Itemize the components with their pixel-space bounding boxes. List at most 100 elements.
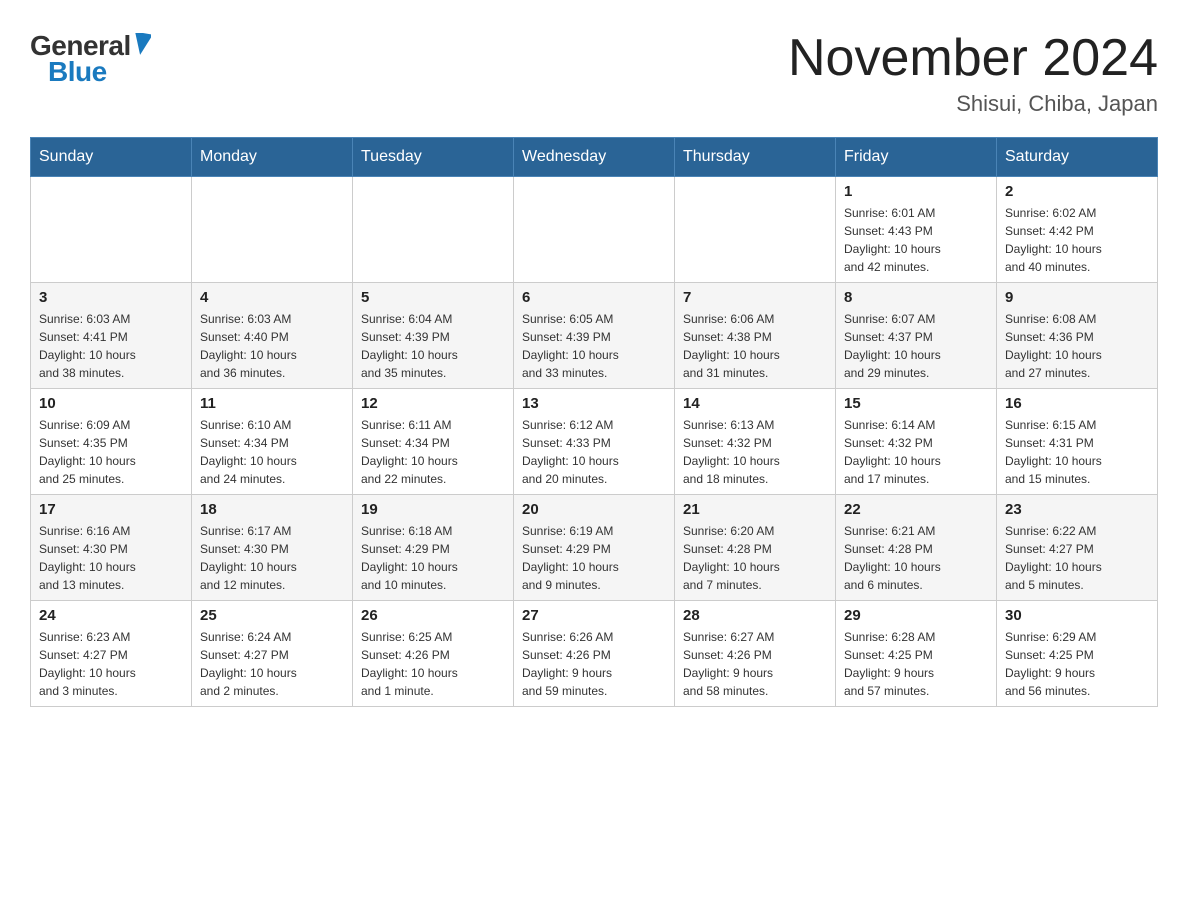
calendar-cell: 28 Sunrise: 6:27 AM Sunset: 4:26 PM Dayli… [675,601,836,707]
calendar-cell: 19Sunrise: 6:18 AM Sunset: 4:29 PM Dayli… [353,495,514,601]
day-info: Sunrise: 6:20 AM Sunset: 4:28 PM Dayligh… [683,522,827,594]
calendar-cell: 24 Sunrise: 6:23 AM Sunset: 4:27 PM Dayli… [31,601,192,707]
day-info: Sunrise: 6:22 AM Sunset: 4:27 PM Dayligh… [1005,522,1149,594]
day-info: Sunrise: 6:19 AM Sunset: 4:29 PM Dayligh… [522,522,666,594]
day-number: 16 [1005,395,1149,412]
day-number: 2 [1005,183,1149,200]
calendar-cell: 27 Sunrise: 6:26 AM Sunset: 4:26 PM Dayli… [514,601,675,707]
day-info: Sunrise: 6:27 AM Sunset: 4:26 PM Dayligh… [683,628,827,700]
calendar-cell: 16Sunrise: 6:15 AM Sunset: 4:31 PM Dayli… [997,389,1158,495]
logo-blue-text: Blue [48,56,107,88]
day-info: Sunrise: 6:16 AM Sunset: 4:30 PM Dayligh… [39,522,183,594]
day-info: Sunrise: 6:06 AM Sunset: 4:38 PM Dayligh… [683,310,827,382]
calendar-cell: 15 Sunrise: 6:14 AM Sunset: 4:32 PM Dayli… [836,389,997,495]
day-number: 27 [522,607,666,624]
day-info: Sunrise: 6:26 AM Sunset: 4:26 PM Dayligh… [522,628,666,700]
weekday-header-wednesday: Wednesday [514,138,675,177]
weekday-header-friday: Friday [836,138,997,177]
day-info: Sunrise: 6:17 AM Sunset: 4:30 PM Dayligh… [200,522,344,594]
day-number: 20 [522,501,666,518]
calendar-cell: 6 Sunrise: 6:05 AM Sunset: 4:39 PM Daylig… [514,283,675,389]
day-number: 24 [39,607,183,624]
calendar-cell: 21 Sunrise: 6:20 AM Sunset: 4:28 PM Dayli… [675,495,836,601]
calendar-week-2: 3Sunrise: 6:03 AM Sunset: 4:41 PM Daylig… [31,283,1158,389]
calendar-cell: 8Sunrise: 6:07 AM Sunset: 4:37 PM Daylig… [836,283,997,389]
day-number: 4 [200,289,344,306]
calendar-cell: 17 Sunrise: 6:16 AM Sunset: 4:30 PM Dayli… [31,495,192,601]
weekday-header-tuesday: Tuesday [353,138,514,177]
day-number: 6 [522,289,666,306]
day-info: Sunrise: 6:23 AM Sunset: 4:27 PM Dayligh… [39,628,183,700]
calendar-cell: 9Sunrise: 6:08 AM Sunset: 4:36 PM Daylig… [997,283,1158,389]
calendar-week-4: 17 Sunrise: 6:16 AM Sunset: 4:30 PM Dayli… [31,495,1158,601]
day-info: Sunrise: 6:01 AM Sunset: 4:43 PM Dayligh… [844,204,988,276]
weekday-header-sunday: Sunday [31,138,192,177]
day-number: 15 [844,395,988,412]
day-number: 7 [683,289,827,306]
day-info: Sunrise: 6:29 AM Sunset: 4:25 PM Dayligh… [1005,628,1149,700]
day-number: 10 [39,395,183,412]
day-info: Sunrise: 6:13 AM Sunset: 4:32 PM Dayligh… [683,416,827,488]
calendar-cell: 10 Sunrise: 6:09 AM Sunset: 4:35 PM Dayli… [31,389,192,495]
calendar-cell: 12 Sunrise: 6:11 AM Sunset: 4:34 PM Dayli… [353,389,514,495]
day-number: 12 [361,395,505,412]
calendar-cell: 29Sunrise: 6:28 AM Sunset: 4:25 PM Dayli… [836,601,997,707]
weekday-header-monday: Monday [192,138,353,177]
logo-arrow-icon [133,33,151,60]
day-number: 23 [1005,501,1149,518]
day-number: 29 [844,607,988,624]
day-info: Sunrise: 6:09 AM Sunset: 4:35 PM Dayligh… [39,416,183,488]
day-info: Sunrise: 6:12 AM Sunset: 4:33 PM Dayligh… [522,416,666,488]
day-number: 26 [361,607,505,624]
day-number: 11 [200,395,344,412]
calendar-week-3: 10 Sunrise: 6:09 AM Sunset: 4:35 PM Dayli… [31,389,1158,495]
calendar-cell [514,177,675,283]
day-info: Sunrise: 6:04 AM Sunset: 4:39 PM Dayligh… [361,310,505,382]
calendar-cell: 13 Sunrise: 6:12 AM Sunset: 4:33 PM Dayli… [514,389,675,495]
calendar-cell: 3Sunrise: 6:03 AM Sunset: 4:41 PM Daylig… [31,283,192,389]
calendar-cell: 5 Sunrise: 6:04 AM Sunset: 4:39 PM Daylig… [353,283,514,389]
day-info: Sunrise: 6:07 AM Sunset: 4:37 PM Dayligh… [844,310,988,382]
day-number: 19 [361,501,505,518]
weekday-header-row: SundayMondayTuesdayWednesdayThursdayFrid… [31,138,1158,177]
title-section: November 2024 Shisui, Chiba, Japan [788,30,1158,117]
calendar-cell [192,177,353,283]
calendar-cell [675,177,836,283]
day-number: 17 [39,501,183,518]
day-number: 21 [683,501,827,518]
day-number: 30 [1005,607,1149,624]
day-number: 5 [361,289,505,306]
weekday-header-thursday: Thursday [675,138,836,177]
day-number: 18 [200,501,344,518]
calendar-cell: 26 Sunrise: 6:25 AM Sunset: 4:26 PM Dayli… [353,601,514,707]
calendar-cell: 2 Sunrise: 6:02 AM Sunset: 4:42 PM Daylig… [997,177,1158,283]
day-info: Sunrise: 6:10 AM Sunset: 4:34 PM Dayligh… [200,416,344,488]
calendar-cell: 14Sunrise: 6:13 AM Sunset: 4:32 PM Dayli… [675,389,836,495]
calendar-cell: 4Sunrise: 6:03 AM Sunset: 4:40 PM Daylig… [192,283,353,389]
calendar-cell: 11 Sunrise: 6:10 AM Sunset: 4:34 PM Dayli… [192,389,353,495]
page-header: General Blue November 2024 Shisui, Chiba… [30,30,1158,117]
month-title: November 2024 [788,30,1158,87]
day-number: 3 [39,289,183,306]
calendar-cell: 23 Sunrise: 6:22 AM Sunset: 4:27 PM Dayli… [997,495,1158,601]
day-info: Sunrise: 6:21 AM Sunset: 4:28 PM Dayligh… [844,522,988,594]
calendar-cell: 7 Sunrise: 6:06 AM Sunset: 4:38 PM Daylig… [675,283,836,389]
day-info: Sunrise: 6:25 AM Sunset: 4:26 PM Dayligh… [361,628,505,700]
day-info: Sunrise: 6:24 AM Sunset: 4:27 PM Dayligh… [200,628,344,700]
day-number: 28 [683,607,827,624]
calendar-cell [31,177,192,283]
calendar-cell: 22 Sunrise: 6:21 AM Sunset: 4:28 PM Dayli… [836,495,997,601]
day-number: 13 [522,395,666,412]
day-info: Sunrise: 6:02 AM Sunset: 4:42 PM Dayligh… [1005,204,1149,276]
day-info: Sunrise: 6:11 AM Sunset: 4:34 PM Dayligh… [361,416,505,488]
calendar-week-1: 1 Sunrise: 6:01 AM Sunset: 4:43 PM Daylig… [31,177,1158,283]
day-number: 1 [844,183,988,200]
location: Shisui, Chiba, Japan [788,91,1158,117]
day-info: Sunrise: 6:05 AM Sunset: 4:39 PM Dayligh… [522,310,666,382]
calendar-week-5: 24 Sunrise: 6:23 AM Sunset: 4:27 PM Dayli… [31,601,1158,707]
day-number: 22 [844,501,988,518]
calendar-cell [353,177,514,283]
day-info: Sunrise: 6:14 AM Sunset: 4:32 PM Dayligh… [844,416,988,488]
calendar-table: SundayMondayTuesdayWednesdayThursdayFrid… [30,137,1158,707]
day-number: 25 [200,607,344,624]
